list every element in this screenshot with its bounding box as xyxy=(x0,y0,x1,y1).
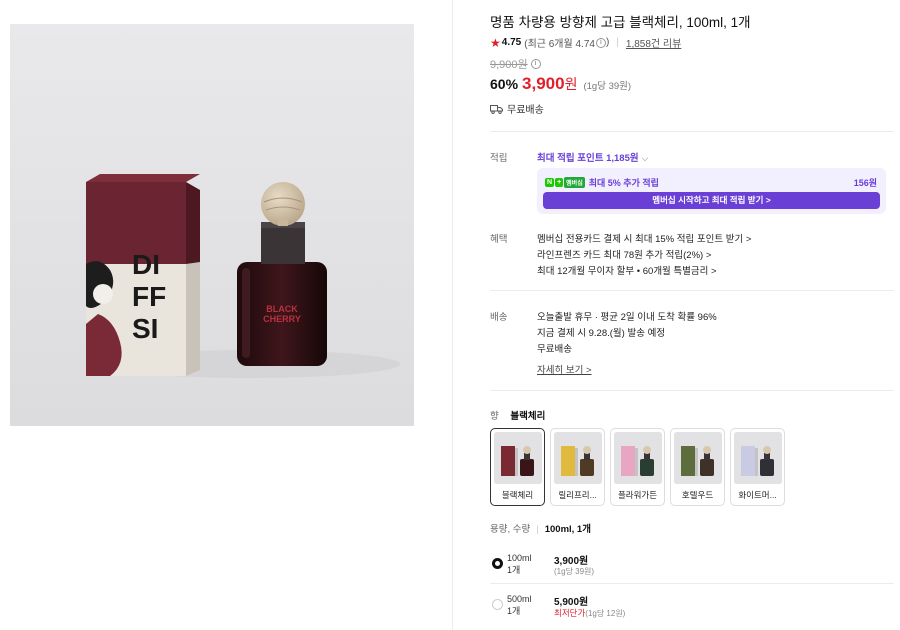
benefit-item[interactable]: 멤버십 전용카드 결제 시 최대 15% 적립 포인트 받기 > xyxy=(537,231,751,245)
scent-swatch[interactable]: 블랙체리 xyxy=(490,428,545,506)
member-extra-points: 최대 5% 추가 적립 xyxy=(588,178,659,188)
original-price: 9,900원 xyxy=(490,59,528,71)
lowest-unit-tag: 최저단가 xyxy=(554,608,586,618)
benefit-item[interactable]: 라인프렌즈 카드 최대 78원 추가 적립(2%) > xyxy=(537,247,711,261)
radio-unselected[interactable] xyxy=(492,599,503,610)
swatch-thumbnail xyxy=(674,432,722,484)
original-price-row: 9,900원 i xyxy=(490,56,541,72)
box-print-text: DI xyxy=(132,249,160,280)
delivery-dispatch: 지금 결제 시 9.28.(월) 발송 예정 xyxy=(537,328,666,339)
volume-selected: 100ml, 1개 xyxy=(544,524,591,535)
swatch-thumbnail xyxy=(614,432,662,484)
scent-swatch[interactable]: 플라워가든 xyxy=(610,428,665,506)
scent-selected: 블랙체리 xyxy=(510,411,546,422)
scent-swatch[interactable]: 릴리프리... xyxy=(550,428,605,506)
svg-text:SI: SI xyxy=(132,313,158,344)
info-icon[interactable]: i xyxy=(595,37,606,48)
panel-divider xyxy=(452,0,453,630)
swatch-label: 화이트머... xyxy=(738,490,777,500)
rating-score: 4.75 xyxy=(501,37,522,48)
rating-row: ★ 4.75 (최근 6개월 4.74 i) | 1,858건 리뷰 xyxy=(490,35,682,51)
sale-price: 3,900 xyxy=(522,74,565,93)
benefit-item[interactable]: 최대 12개월 무이자 할부 • 60개월 특별금리 > xyxy=(537,263,717,277)
svg-text:CHERRY: CHERRY xyxy=(263,314,301,324)
info-icon[interactable]: i xyxy=(530,59,541,69)
swatch-label: 플라워가든 xyxy=(617,490,658,500)
product-title: 명품 차량용 방향제 고급 블랙체리, 100ml, 1개 xyxy=(490,15,751,30)
membership-box: N + 멤버십 최대 5% 추가 적립 156원 멤버십 시작하고 최대 적립 … xyxy=(537,168,886,214)
delivery-fee: 무료배송 xyxy=(537,344,572,355)
volume-option-label: 용량, 수량 | 100ml, 1개 xyxy=(490,524,591,535)
swatch-label: 블랙체리 xyxy=(501,490,534,500)
chevron-down-icon: ⌵ xyxy=(641,153,649,163)
delivery-status: 오늘출발 휴무 · 평균 2일 이내 도착 확률 96% xyxy=(537,312,717,323)
start-membership-button[interactable]: 멤버십 시작하고 최대 적립 받기 > xyxy=(543,192,880,209)
shipping-text: 무료배송 xyxy=(507,105,544,116)
volume-option-100ml[interactable]: 100ml 1개 3,900원 (1g당 39원) xyxy=(490,548,894,588)
bottle-label-text: BLACK xyxy=(266,304,298,314)
points-label: 적립 xyxy=(490,153,508,164)
option-price: 5,900원 xyxy=(554,597,589,608)
section-divider xyxy=(490,290,894,291)
option-divider xyxy=(490,583,894,584)
plus-icon: + xyxy=(555,178,564,187)
option-price: 3,900원 xyxy=(554,556,589,567)
swatch-thumbnail xyxy=(734,432,782,484)
scent-swatches: 블랙체리 릴리프리... 플라워가든 호텔우드 화이트머... xyxy=(490,428,785,506)
member-points-amount: 156원 xyxy=(853,178,877,188)
max-points[interactable]: 최대 적립 포인트 1,185원 ⌵ xyxy=(537,150,648,164)
volume-option-500ml[interactable]: 500ml 1개 5,900원 최저단가(1g당 12원) xyxy=(490,589,894,629)
unit-price: (1g당 39원) xyxy=(583,81,632,92)
divider: | xyxy=(616,37,619,48)
scent-option-label: 향 블랙체리 xyxy=(490,411,546,422)
delivery-details-link[interactable]: 자세히 보기 > xyxy=(537,362,592,376)
product-info-panel: 명품 차량용 방향제 고급 블랙체리, 100ml, 1개 ★ 4.75 (최근… xyxy=(490,0,896,630)
scent-swatch[interactable]: 호텔우드 xyxy=(670,428,725,506)
recent-rating: (최근 6개월 4.74 xyxy=(524,39,595,50)
swatch-label: 릴리프리... xyxy=(558,490,597,500)
review-count-link[interactable]: 1,858건 리뷰 xyxy=(626,35,681,50)
section-divider xyxy=(490,131,894,132)
radio-selected[interactable] xyxy=(492,558,503,569)
option-unit-price: 최저단가(1g당 12원) xyxy=(554,608,626,618)
swatch-thumbnail xyxy=(554,432,602,484)
option-unit-price: (1g당 39원) xyxy=(554,567,595,576)
swatch-label: 호텔우드 xyxy=(681,490,714,500)
section-divider xyxy=(490,390,894,391)
price-unit: 원 xyxy=(564,76,578,92)
benefits-label: 혜택 xyxy=(490,234,508,245)
shipping-row: 무료배송 xyxy=(490,101,544,116)
swatch-thumbnail xyxy=(494,432,542,484)
naver-n-icon: N xyxy=(545,178,555,187)
discount-rate: 60% xyxy=(490,76,519,92)
star-icon: ★ xyxy=(490,35,501,50)
membership-badge: 멤버십 xyxy=(564,177,585,188)
delivery-label: 배송 xyxy=(490,312,508,323)
svg-text:FF: FF xyxy=(132,281,166,312)
product-image-panel: DI FF SI BLACK CHERRY xyxy=(0,0,452,630)
scent-swatch[interactable]: 화이트머... xyxy=(730,428,785,506)
product-photo-art: DI FF SI BLACK CHERRY xyxy=(10,24,414,426)
price-row: 60% 3,900 원 (1g당 39원) xyxy=(490,74,631,94)
product-photo[interactable]: DI FF SI BLACK CHERRY xyxy=(10,24,414,426)
truck-icon xyxy=(490,104,503,114)
